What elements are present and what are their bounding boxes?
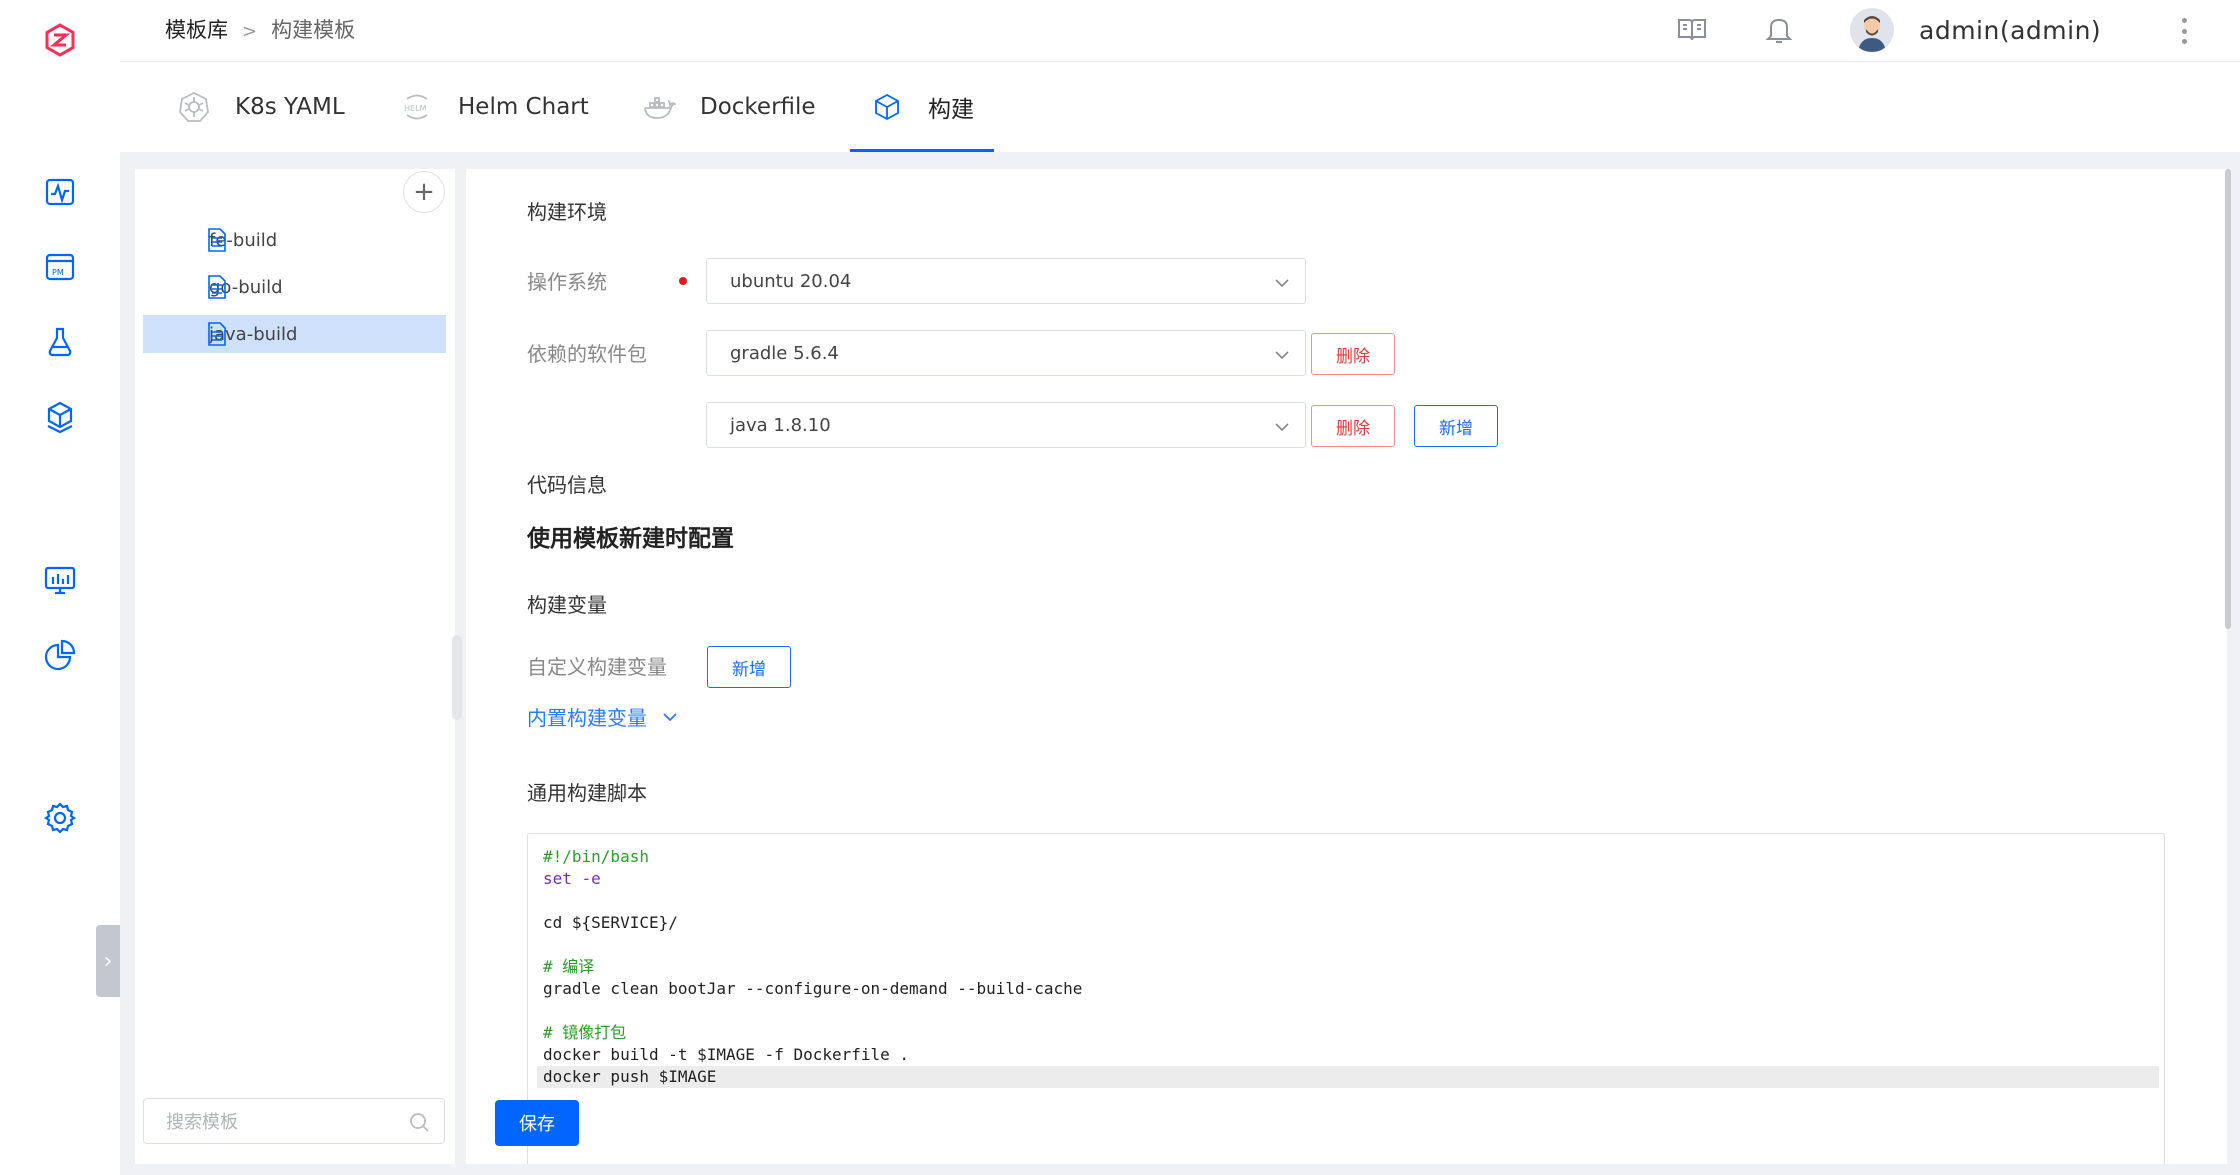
file-icon (207, 275, 227, 299)
code-line: #!/bin/bash (543, 847, 649, 866)
list-item-selected[interactable]: java-build (143, 315, 446, 353)
docker-icon (642, 90, 676, 124)
dependency-select[interactable]: gradle 5.6.4 (706, 330, 1306, 376)
add-template-button[interactable]: + (403, 171, 445, 213)
statistics-pie-icon[interactable] (40, 635, 80, 675)
add-custom-var-button[interactable]: 新增 (707, 646, 791, 688)
app-root: PM › 模板库 > 构建模板 admin(admin) K8s YAML HE… (0, 0, 2240, 1175)
code-info-text: 使用模板新建时配置 (527, 526, 734, 552)
chevron-down-icon (1275, 279, 1289, 288)
template-list-panel: + fe-build go-build java-build 搜索模板 (135, 169, 455, 1164)
search-icon (410, 1113, 429, 1132)
dependency-value: java 1.8.10 (730, 414, 831, 436)
project-management-icon[interactable]: PM (40, 247, 80, 287)
more-options-icon[interactable] (2180, 18, 2188, 44)
chevron-down-icon (663, 712, 677, 721)
build-vars-title: 构建变量 (527, 593, 607, 617)
file-icon (207, 322, 227, 346)
dashboard-screen-icon[interactable] (40, 560, 80, 600)
build-script-editor[interactable]: #!/bin/bash set -e cd ${SERVICE}/ # 编译 g… (527, 833, 2165, 1164)
breadcrumb-root[interactable]: 模板库 (165, 18, 228, 42)
delete-dependency-button[interactable]: 删除 (1311, 333, 1395, 375)
nav-rail: PM › (0, 0, 120, 1175)
tab-dockerfile[interactable]: Dockerfile (642, 62, 816, 152)
tab-build[interactable]: 构建 (850, 62, 994, 152)
chevron-down-icon (1275, 423, 1289, 432)
template-tabs: K8s YAML HELM Helm Chart Dockerfile 构建 (120, 62, 2240, 152)
tab-label: Helm Chart (458, 94, 589, 120)
deps-label: 依赖的软件包 (527, 342, 647, 366)
tab-label: 构建 (928, 97, 974, 123)
artifact-package-icon[interactable] (40, 397, 80, 437)
tab-k8s-yaml[interactable]: K8s YAML (177, 62, 345, 152)
tab-label: Dockerfile (700, 94, 816, 120)
builtin-vars-toggle[interactable]: 内置构建变量 (527, 702, 679, 731)
delete-dependency-button[interactable]: 删除 (1311, 405, 1395, 447)
tab-helm-chart[interactable]: HELM Helm Chart (400, 62, 589, 152)
os-value: ubuntu 20.04 (730, 270, 852, 292)
docs-book-icon[interactable] (1675, 12, 1709, 50)
add-dependency-button[interactable]: 新增 (1414, 405, 1498, 447)
required-indicator (679, 277, 687, 285)
code-line: cd ${SERVICE}/ (543, 913, 678, 932)
dependency-value: gradle 5.6.4 (730, 342, 839, 364)
main-scrollbar[interactable] (2225, 169, 2231, 629)
helm-icon: HELM (400, 90, 434, 124)
user-menu[interactable]: admin(admin) (1850, 8, 2101, 52)
builtin-vars-label: 内置构建变量 (527, 706, 647, 730)
code-line: gradle clean bootJar --configure-on-dema… (543, 979, 1083, 998)
panel-resize-handle[interactable] (452, 635, 462, 720)
notification-bell-icon[interactable] (1762, 12, 1796, 50)
build-template-form: 构建环境 操作系统 ubuntu 20.04 依赖的软件包 gradle 5.6… (466, 169, 2227, 1164)
list-item[interactable]: fe-build (143, 221, 446, 259)
avatar[interactable] (1850, 8, 1894, 52)
breadcrumb-current: 构建模板 (271, 18, 356, 42)
search-placeholder: 搜索模板 (166, 1112, 238, 1133)
code-info-title: 代码信息 (527, 473, 607, 497)
script-title: 通用构建脚本 (527, 781, 647, 805)
breadcrumb-separator: > (242, 21, 258, 42)
code-line: docker build -t $IMAGE -f Dockerfile . (543, 1045, 910, 1064)
code-line: # 镜像打包 (543, 1023, 627, 1042)
breadcrumb: 模板库 > 构建模板 (165, 14, 355, 44)
chevron-down-icon (1275, 351, 1289, 360)
svg-text:PM: PM (52, 268, 64, 277)
code-line-active: docker push $IMAGE (537, 1066, 2159, 1088)
user-name: admin(admin) (1919, 15, 2102, 45)
build-env-title: 构建环境 (527, 200, 607, 224)
settings-gear-icon[interactable] (40, 798, 80, 838)
kubernetes-icon (177, 90, 211, 124)
template-search-input[interactable]: 搜索模板 (143, 1098, 445, 1144)
cube-icon (870, 90, 904, 124)
os-select[interactable]: ubuntu 20.04 (706, 258, 1306, 304)
list-item[interactable]: go-build (143, 268, 446, 306)
code-line: set -e (543, 869, 601, 888)
expand-sidebar-button[interactable]: › (96, 925, 120, 997)
logo-icon[interactable] (40, 20, 80, 60)
save-button[interactable]: 保存 (495, 1100, 579, 1146)
svg-text:HELM: HELM (404, 104, 427, 113)
code-line: # 编译 (543, 957, 595, 976)
custom-vars-label: 自定义构建变量 (527, 655, 667, 679)
top-header: 模板库 > 构建模板 admin(admin) (120, 0, 2240, 62)
file-icon (207, 228, 227, 252)
chevron-right-icon: › (103, 948, 113, 974)
tab-label: K8s YAML (235, 94, 345, 120)
pulse-monitor-icon[interactable] (40, 172, 80, 212)
flask-test-icon[interactable] (40, 322, 80, 362)
os-label: 操作系统 (527, 270, 607, 294)
dependency-select[interactable]: java 1.8.10 (706, 402, 1306, 448)
